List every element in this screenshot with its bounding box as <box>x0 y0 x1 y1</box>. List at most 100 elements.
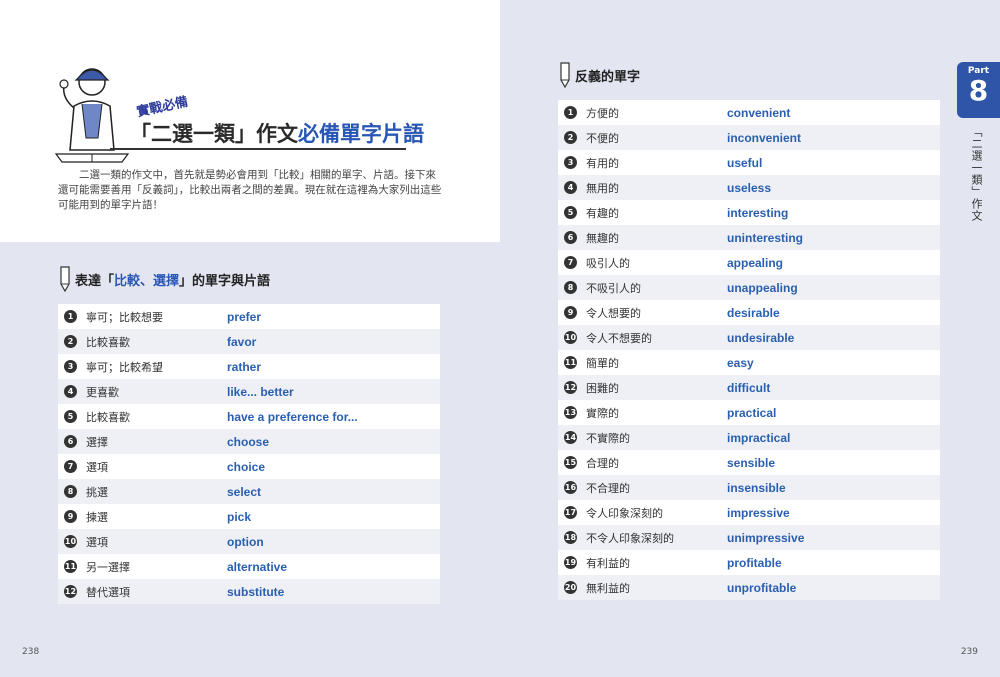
row-number-badge: 17 <box>564 506 577 519</box>
row-number-badge: 7 <box>64 460 77 473</box>
table-row: 4 無用的 useless <box>558 175 940 200</box>
left-page: 實戰必備 「二選一類」作文必備單字片語 二選一類的作文中，首先就是勢必會用到「比… <box>0 0 500 677</box>
chinese-meaning: 不吸引人的 <box>586 281 641 295</box>
section-heading-text: 反義的單字 <box>575 69 641 85</box>
row-number-badge: 6 <box>564 231 577 244</box>
english-word: favor <box>227 334 257 349</box>
chinese-meaning: 有趣的 <box>586 206 619 220</box>
row-number-badge: 19 <box>564 556 577 569</box>
table-row: 5 有趣的 interesting <box>558 200 940 225</box>
pencil-icon <box>60 266 70 292</box>
english-word: difficult <box>727 380 771 395</box>
chinese-meaning: 令人想要的 <box>586 306 641 320</box>
chinese-meaning: 無用的 <box>586 181 619 195</box>
table-row: 3 有用的 useful <box>558 150 940 175</box>
table-row: 16 不合理的 insensible <box>558 475 940 500</box>
table-row: 6 無趣的 uninteresting <box>558 225 940 250</box>
section-heading-antonyms: 反義的單字 <box>558 62 640 88</box>
title-underline <box>110 148 406 150</box>
english-word: interesting <box>727 205 789 220</box>
chinese-meaning: 選項 <box>86 535 108 549</box>
part-number: 8 <box>968 74 989 107</box>
english-word: profitable <box>727 555 782 570</box>
english-word: desirable <box>727 305 780 320</box>
intro-panel: 實戰必備 「二選一類」作文必備單字片語 二選一類的作文中，首先就是勢必會用到「比… <box>0 0 500 242</box>
table-row: 19 有利益的 profitable <box>558 550 940 575</box>
chinese-meaning: 吸引人的 <box>586 256 630 270</box>
table-row: 3 寧可；比較希望 rather <box>58 354 440 379</box>
table-row: 15 合理的 sensible <box>558 450 940 475</box>
row-number-badge: 18 <box>564 531 577 544</box>
english-word: select <box>227 484 262 499</box>
badge-label: 實戰必備 <box>135 94 190 121</box>
row-number-badge: 1 <box>64 310 77 323</box>
row-number-badge: 8 <box>564 281 577 294</box>
chinese-meaning: 方便的 <box>586 106 619 120</box>
table-row: 7 吸引人的 appealing <box>558 250 940 275</box>
row-number-badge: 10 <box>64 535 77 548</box>
table-row: 13 實際的 practical <box>558 400 940 425</box>
page-number-right: 239 <box>960 647 978 657</box>
chinese-meaning: 更喜歡 <box>86 385 119 399</box>
chinese-meaning: 寧可；比較想要 <box>86 310 163 324</box>
row-number-badge: 9 <box>564 306 577 319</box>
table-row: 1 寧可；比較想要 prefer <box>58 304 440 329</box>
row-number-badge: 5 <box>64 410 77 423</box>
english-word: substitute <box>227 584 285 599</box>
english-word: choice <box>227 459 266 474</box>
english-word: choose <box>227 434 270 449</box>
english-word: unappealing <box>727 280 798 295</box>
row-number-badge: 11 <box>64 560 77 573</box>
chinese-meaning: 有用的 <box>586 156 619 170</box>
english-word: convenient <box>727 105 791 120</box>
table-row: 8 不吸引人的 unappealing <box>558 275 940 300</box>
english-word: undesirable <box>727 330 795 345</box>
pencil-icon <box>560 62 570 88</box>
table-row: 10 令人不想要的 undesirable <box>558 325 940 350</box>
row-number-badge: 15 <box>564 456 577 469</box>
table-row: 4 更喜歡 like... better <box>58 379 440 404</box>
chinese-meaning: 實際的 <box>586 406 619 420</box>
row-number-badge: 13 <box>564 406 577 419</box>
english-word: like... better <box>227 384 294 399</box>
table-row: 20 無利益的 unprofitable <box>558 575 940 600</box>
english-word: pick <box>227 509 252 524</box>
chinese-meaning: 無利益的 <box>586 581 630 595</box>
chinese-meaning: 寧可；比較希望 <box>86 360 163 374</box>
row-number-badge: 4 <box>564 181 577 194</box>
row-number-badge: 9 <box>64 510 77 523</box>
vocab-table-antonyms: 1 方便的 convenient 2 不便的 inconvenient 3 有用的 useful… <box>558 100 940 600</box>
right-page: 反義的單字 1 方便的 convenient 2 不便的 inconvenient 3 有用的… <box>500 0 1000 677</box>
row-number-badge: 8 <box>64 485 77 498</box>
section-heading-comparison: 表達「 比較、選擇 」的單字與片語 <box>58 266 270 292</box>
chinese-meaning: 選擇 <box>86 435 108 449</box>
table-row: 7 選項 choice <box>58 454 440 479</box>
chinese-meaning: 選項 <box>86 460 108 474</box>
table-row: 14 不實際的 impractical <box>558 425 940 450</box>
chinese-meaning: 不合理的 <box>586 481 630 495</box>
english-word: have a preference for... <box>227 409 358 424</box>
section-heading-suffix: 」的單字與片語 <box>179 273 271 289</box>
row-number-badge: 12 <box>64 585 77 598</box>
english-word: inconvenient <box>727 130 802 145</box>
table-row: 11 簡單的 easy <box>558 350 940 375</box>
chinese-meaning: 有利益的 <box>586 556 630 570</box>
section-heading-highlight: 比較、選擇 <box>114 273 180 289</box>
page-number-left: 238 <box>22 647 40 657</box>
table-row: 2 不便的 inconvenient <box>558 125 940 150</box>
chinese-meaning: 替代選項 <box>86 585 130 599</box>
table-row: 8 挑選 select <box>58 479 440 504</box>
table-row: 10 選項 option <box>58 529 440 554</box>
table-row: 2 比較喜歡 favor <box>58 329 440 354</box>
table-row: 9 揀選 pick <box>58 504 440 529</box>
table-row: 6 選擇 choose <box>58 429 440 454</box>
section-heading-prefix: 表達「 <box>75 273 115 289</box>
table-row: 17 令人印象深刻的 impressive <box>558 500 940 525</box>
chinese-meaning: 比較喜歡 <box>86 335 130 349</box>
english-word: alternative <box>227 559 288 574</box>
row-number-badge: 6 <box>64 435 77 448</box>
english-word: appealing <box>727 255 784 270</box>
english-word: useless <box>727 180 772 195</box>
row-number-badge: 10 <box>564 331 577 344</box>
table-row: 12 困難的 difficult <box>558 375 940 400</box>
